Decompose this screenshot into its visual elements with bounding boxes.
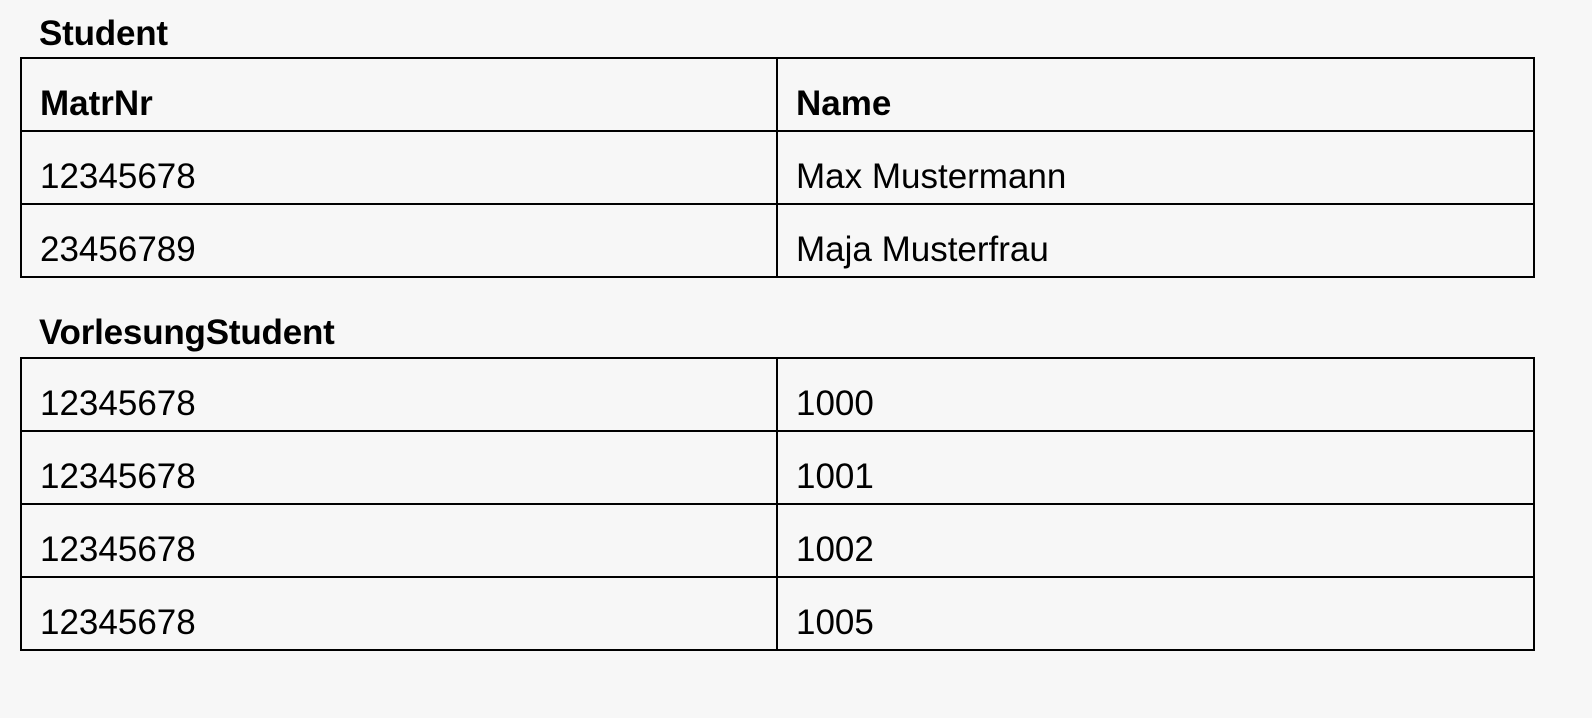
cell-vorlesung-id: 1001 — [776, 430, 1535, 505]
table-row: 12345678 1002 — [20, 503, 1535, 578]
table-row: 12345678 1005 — [20, 576, 1535, 651]
cell-name: Maja Musterfrau — [776, 203, 1535, 278]
table-row: 12345678 1000 — [20, 357, 1535, 432]
cell-vorlesung-id: 1000 — [776, 357, 1535, 432]
cell-vorlesung-id: 1005 — [776, 576, 1535, 651]
table-row: 12345678 Max Mustermann — [20, 130, 1535, 205]
cell-matrnr: 12345678 — [20, 503, 778, 578]
cell-vorlesung-id: 1002 — [776, 503, 1535, 578]
cell-matrnr: 12345678 — [20, 576, 778, 651]
student-table: MatrNr Name 12345678 Max Mustermann 2345… — [20, 57, 1535, 278]
cell-matrnr: 12345678 — [20, 430, 778, 505]
column-header-name: Name — [776, 57, 1535, 132]
vorlesungstudent-table: 12345678 1000 12345678 1001 12345678 100… — [20, 357, 1535, 651]
cell-name: Max Mustermann — [776, 130, 1535, 205]
cell-matrnr: 12345678 — [20, 357, 778, 432]
table-header-row: MatrNr Name — [20, 57, 1535, 132]
student-table-title: Student — [39, 14, 168, 53]
table-row: 23456789 Maja Musterfrau — [20, 203, 1535, 278]
cell-matrnr: 12345678 — [20, 130, 778, 205]
column-header-matrnr: MatrNr — [20, 57, 778, 132]
table-row: 12345678 1001 — [20, 430, 1535, 505]
cell-matrnr: 23456789 — [20, 203, 778, 278]
vorlesungstudent-table-title: VorlesungStudent — [39, 313, 335, 352]
